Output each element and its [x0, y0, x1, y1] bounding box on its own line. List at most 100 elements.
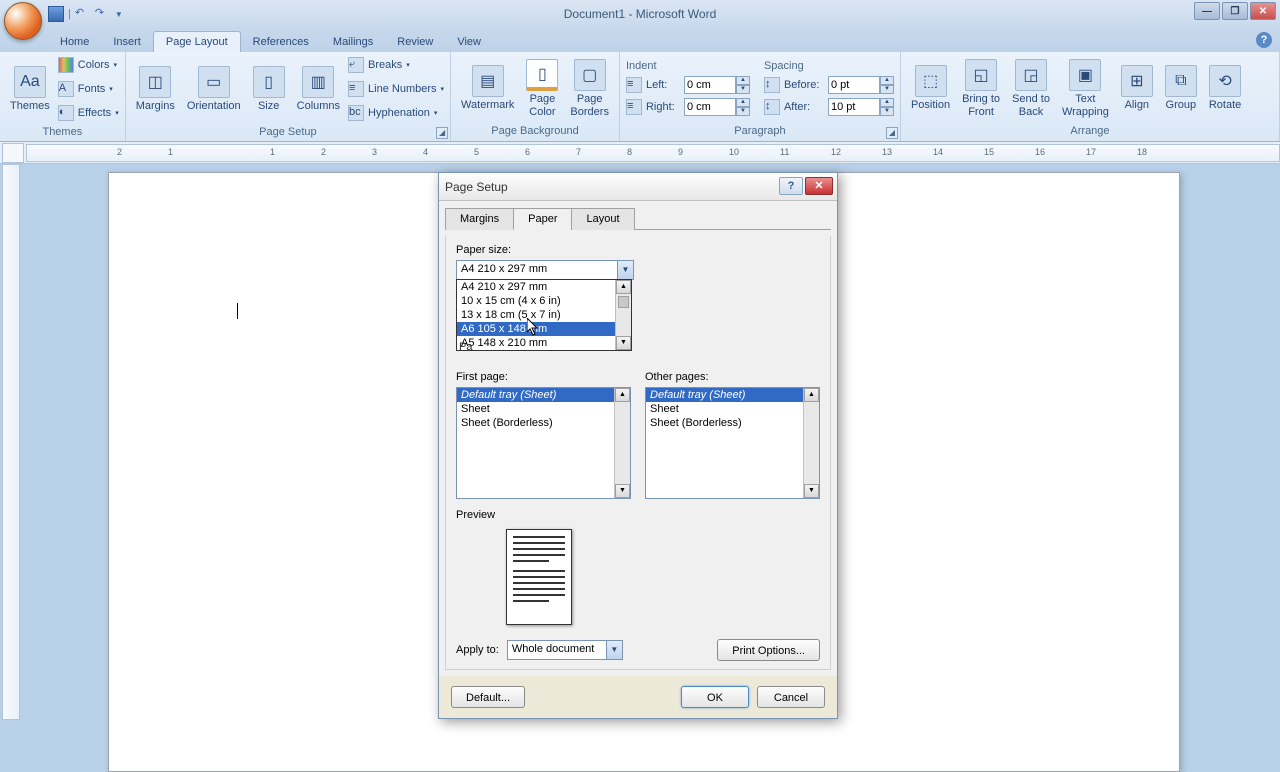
columns-button[interactable]: ▥Columns: [293, 64, 344, 114]
listbox-scrollbar[interactable]: ▲▼: [803, 388, 819, 498]
spin-up-icon[interactable]: ▲: [736, 98, 750, 107]
size-button[interactable]: ▯Size: [249, 64, 289, 114]
horizontal-ruler[interactable]: 21123456789101112131415161718: [26, 144, 1280, 162]
scroll-up-icon[interactable]: ▲: [616, 280, 631, 294]
scroll-up-icon[interactable]: ▲: [615, 388, 630, 402]
qat-dropdown-icon[interactable]: ▼: [115, 10, 123, 19]
spin-down-icon[interactable]: ▼: [736, 107, 750, 116]
page-setup-launcher[interactable]: ◢: [436, 127, 448, 139]
apply-to-combo[interactable]: Whole document ▼: [507, 640, 623, 660]
spin-up-icon[interactable]: ▲: [880, 98, 894, 107]
dialog-tab-paper[interactable]: Paper: [513, 208, 572, 230]
tab-review[interactable]: Review: [385, 32, 445, 52]
cancel-button[interactable]: Cancel: [757, 686, 825, 708]
dialog-titlebar[interactable]: Page Setup ? ✕: [439, 173, 837, 201]
maximize-button[interactable]: ❐: [1222, 2, 1248, 20]
list-item[interactable]: Default tray (Sheet): [646, 388, 819, 402]
space-before-input[interactable]: ▲▼: [828, 76, 894, 94]
group-arrange: ⬚Position ◱Bring to Front ◲Send to Back …: [901, 52, 1280, 141]
rotate-button[interactable]: ⟲Rotate: [1205, 63, 1245, 113]
listbox-scrollbar[interactable]: ▲▼: [614, 388, 630, 498]
dropdown-item[interactable]: A5 148 x 210 mm: [457, 336, 631, 350]
save-icon[interactable]: [48, 6, 64, 22]
bring-to-front-button[interactable]: ◱Bring to Front: [958, 57, 1004, 119]
list-item[interactable]: Sheet: [457, 402, 630, 416]
indent-right-input[interactable]: ▲▼: [684, 98, 750, 116]
dialog-close-button[interactable]: ✕: [805, 177, 833, 195]
orientation-icon: ▭: [198, 66, 230, 98]
page-color-button[interactable]: ▯Page Color: [522, 57, 562, 119]
align-button[interactable]: ⊞Align: [1117, 63, 1157, 113]
orientation-button[interactable]: ▭Orientation: [183, 64, 245, 114]
spin-down-icon[interactable]: ▼: [880, 85, 894, 94]
help-icon[interactable]: ?: [1256, 32, 1272, 48]
close-button[interactable]: ✕: [1250, 2, 1276, 20]
dropdown-item[interactable]: A6 105 x 148 mm: [457, 322, 631, 336]
ribbon: Aa Themes Colors▾ AFonts▾ ◐Effects▾ Them…: [0, 52, 1280, 142]
dialog-help-button[interactable]: ?: [779, 177, 803, 195]
tab-references[interactable]: References: [241, 32, 321, 52]
dialog-tab-margins[interactable]: Margins: [445, 208, 514, 230]
position-button[interactable]: ⬚Position: [907, 63, 954, 113]
tab-selector[interactable]: [2, 143, 24, 163]
scroll-down-icon[interactable]: ▼: [804, 484, 819, 498]
first-page-listbox[interactable]: Default tray (Sheet) Sheet Sheet (Border…: [456, 387, 631, 499]
text-wrapping-button[interactable]: ▣Text Wrapping: [1058, 57, 1113, 119]
breaks-button[interactable]: ⤶Breaks▾: [348, 54, 444, 76]
scroll-down-icon[interactable]: ▼: [616, 336, 631, 350]
list-item[interactable]: Sheet (Borderless): [646, 416, 819, 430]
paper-size-combo[interactable]: A4 210 x 297 mm ▼: [456, 260, 634, 280]
effects-button[interactable]: ◐Effects▾: [58, 102, 119, 124]
spin-up-icon[interactable]: ▲: [736, 76, 750, 85]
group-button[interactable]: ⧉Group: [1161, 63, 1201, 113]
ruler-tick: 13: [882, 147, 892, 157]
space-after-input[interactable]: ▲▼: [828, 98, 894, 116]
list-item[interactable]: Default tray (Sheet): [457, 388, 630, 402]
other-pages-listbox[interactable]: Default tray (Sheet) Sheet Sheet (Border…: [645, 387, 820, 499]
list-item[interactable]: Sheet (Borderless): [457, 416, 630, 430]
tab-home[interactable]: Home: [48, 32, 101, 52]
list-item[interactable]: Sheet: [646, 402, 819, 416]
vertical-ruler[interactable]: [2, 164, 20, 720]
hyphenation-button[interactable]: bcHyphenation▾: [348, 102, 444, 124]
paragraph-launcher[interactable]: ◢: [886, 127, 898, 139]
dropdown-item[interactable]: 10 x 15 cm (4 x 6 in): [457, 294, 631, 308]
page-borders-button[interactable]: ▢Page Borders: [566, 57, 613, 119]
ruler-area: 21123456789101112131415161718: [0, 142, 1280, 164]
scroll-down-icon[interactable]: ▼: [615, 484, 630, 498]
margins-button[interactable]: ◫Margins: [132, 64, 179, 114]
spin-up-icon[interactable]: ▲: [880, 76, 894, 85]
tab-mailings[interactable]: Mailings: [321, 32, 385, 52]
colors-button[interactable]: Colors▾: [58, 54, 119, 76]
default-button[interactable]: Default...: [451, 686, 525, 708]
breaks-icon: ⤶: [348, 57, 364, 73]
minimize-button[interactable]: —: [1194, 2, 1220, 20]
tab-view[interactable]: View: [445, 32, 493, 52]
paper-size-label: Paper size:: [456, 244, 820, 256]
tab-page-layout[interactable]: Page Layout: [153, 31, 241, 52]
chevron-down-icon[interactable]: ▼: [606, 641, 622, 659]
send-to-back-button[interactable]: ◲Send to Back: [1008, 57, 1054, 119]
indent-left-input[interactable]: ▲▼: [684, 76, 750, 94]
undo-icon[interactable]: ↶: [75, 6, 91, 22]
chevron-down-icon[interactable]: ▼: [617, 261, 633, 279]
office-button[interactable]: [4, 2, 42, 40]
redo-icon[interactable]: ↷: [95, 6, 111, 22]
dropdown-scrollbar[interactable]: ▲ ▼: [615, 280, 631, 350]
themes-button[interactable]: Aa Themes: [6, 64, 54, 114]
tab-insert[interactable]: Insert: [101, 32, 153, 52]
line-numbers-button[interactable]: ≡Line Numbers▾: [348, 78, 444, 100]
watermark-button[interactable]: ▤Watermark: [457, 63, 518, 113]
print-options-button[interactable]: Print Options...: [717, 639, 820, 661]
fonts-button[interactable]: AFonts▾: [58, 78, 119, 100]
dialog-tab-layout[interactable]: Layout: [571, 208, 634, 230]
scroll-thumb[interactable]: [618, 296, 629, 308]
bring-front-icon: ◱: [965, 59, 997, 91]
ok-button[interactable]: OK: [681, 686, 749, 708]
dropdown-item[interactable]: 13 x 18 cm (5 x 7 in): [457, 308, 631, 322]
dropdown-item[interactable]: A4 210 x 297 mm: [457, 280, 631, 294]
scroll-up-icon[interactable]: ▲: [804, 388, 819, 402]
spin-down-icon[interactable]: ▼: [880, 107, 894, 116]
columns-icon: ▥: [302, 66, 334, 98]
spin-down-icon[interactable]: ▼: [736, 85, 750, 94]
